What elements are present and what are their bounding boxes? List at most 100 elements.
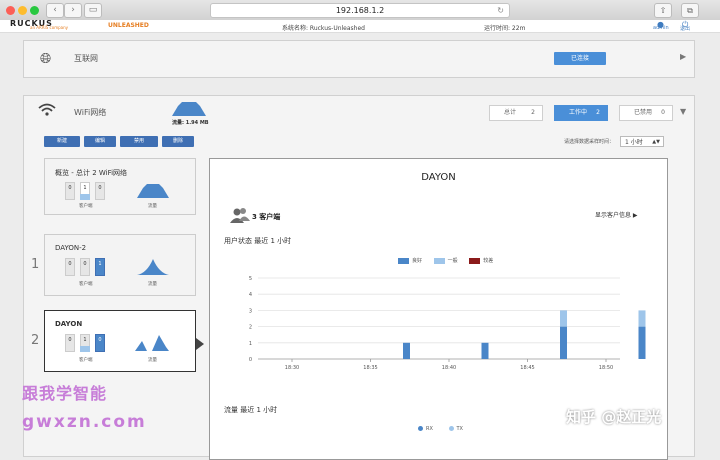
wifi-card-overview[interactable]: 概览 - 总计 2 WiFi网络 0 1 0 客户端 流量 xyxy=(44,158,196,215)
wifi-label: WiFi网络 xyxy=(74,108,107,117)
reload-icon[interactable]: ↻ xyxy=(497,4,504,17)
url-text: 192.168.1.2 xyxy=(335,6,385,15)
x-tick-label: 18:40 xyxy=(442,365,456,371)
legend-swatch xyxy=(418,426,423,431)
legend-swatch xyxy=(433,257,445,264)
legend-label: 良好 xyxy=(412,258,423,264)
back-button[interactable]: ‹ xyxy=(46,3,64,18)
selected-pointer xyxy=(196,338,204,350)
client-count-box: 0 xyxy=(65,258,75,276)
client-count-box: 0 xyxy=(95,334,105,352)
bar-segment xyxy=(481,342,489,359)
zoom-window-button[interactable] xyxy=(30,6,39,15)
bar-segment xyxy=(560,326,567,359)
y-tick-label: 0 xyxy=(249,357,252,363)
address-bar[interactable]: 192.168.1.2 ↻ xyxy=(210,3,510,18)
clients-label: 客户端 xyxy=(79,282,93,287)
system-name: 系统名称: Ruckus-Unleashed xyxy=(282,25,365,32)
logout-label[interactable]: 退出 xyxy=(680,25,690,32)
range-value: 1 小时 xyxy=(625,139,643,146)
tab-disabled-count: 0 xyxy=(661,109,665,116)
legend-item: 一般 xyxy=(433,257,458,264)
logo-subtitle: an ARRIS company xyxy=(30,25,68,30)
client-count-box: 0 xyxy=(80,258,90,276)
user-label[interactable]: admin xyxy=(653,25,669,31)
user-state-chart: 0 1 2 3 4 5 18:30 18:35 18:40 18:45 18:50 xyxy=(249,276,646,371)
x-tick-label: 18:50 xyxy=(599,365,613,371)
user-state-title: 用户状态 最近 1 小时 xyxy=(224,236,291,246)
watermark-brand: 跟我学智能 xyxy=(22,384,108,403)
legend-label: 一般 xyxy=(447,258,458,264)
y-tick-label: 5 xyxy=(249,276,252,282)
card-title: 概览 - 总计 2 WiFi网络 xyxy=(55,169,128,177)
range-label: 请选择数据采样时间： xyxy=(564,139,615,145)
client-count-box: 0 xyxy=(65,334,75,352)
legend-swatch xyxy=(448,426,454,431)
traffic-title: 流量 最近 1 小时 xyxy=(224,405,277,415)
tab-total-label: 总计 xyxy=(504,109,517,116)
traffic-label: 流量 xyxy=(148,204,157,209)
card-title: DAYON-2 xyxy=(55,244,87,252)
bar-segment xyxy=(560,310,567,327)
delete-button[interactable]: 删除 xyxy=(162,136,194,147)
show-client-info-label: 显示客户信息 xyxy=(595,212,632,219)
collapse-arrow-icon[interactable]: ▼ xyxy=(680,107,686,116)
tab-active[interactable]: 工作中 2 xyxy=(554,105,608,121)
tab-active-label: 工作中 xyxy=(569,109,588,116)
watermark-author: 知乎 @赵正光 xyxy=(566,408,662,426)
app-header: RUCKUS an ARRIS company UNLEASHED 系统名称: … xyxy=(0,19,720,33)
legend-item: 较差 xyxy=(469,257,494,264)
connection-status-button[interactable]: 已连接 xyxy=(554,52,606,65)
traffic-total: 流量: 1.94 MB xyxy=(172,120,209,126)
bar-segment xyxy=(403,342,410,359)
client-count: 3 客户端 xyxy=(252,213,281,221)
range-select[interactable]: 1 小时 ▲▼ xyxy=(620,136,664,147)
legend-label: RX xyxy=(426,426,433,432)
y-tick-label: 2 xyxy=(249,325,252,331)
expand-arrow-icon[interactable]: ▶ xyxy=(680,52,686,61)
traffic-sparkline xyxy=(137,184,169,198)
sidebar-icon[interactable]: ▭ xyxy=(84,3,102,18)
browser-toolbar: ‹ › ▭ 192.168.1.2 ↻ ⇧ ⧉ xyxy=(0,0,720,21)
share-icon[interactable]: ⇧ xyxy=(654,3,672,18)
tabs-icon[interactable]: ⧉ xyxy=(681,3,699,18)
y-tick-label: 3 xyxy=(249,308,252,314)
traffic-chart-period: 最近 1 小时 xyxy=(240,406,278,414)
chart-legend: 良好 一般 较差 xyxy=(398,257,493,264)
client-count-box: 1 xyxy=(95,258,105,276)
globe-icon: 🌐︎ xyxy=(40,51,52,67)
close-window-button[interactable] xyxy=(6,6,15,15)
traffic-sparkline xyxy=(135,335,169,351)
legend-item: RX xyxy=(418,426,433,432)
edit-button[interactable]: 编辑 xyxy=(84,136,116,147)
disable-button[interactable]: 禁用 xyxy=(120,136,158,147)
traffic-chart-label: 流量 xyxy=(224,406,238,414)
legend-item: TX xyxy=(448,426,463,432)
clients-label: 客户端 xyxy=(79,204,93,209)
tab-total-count: 2 xyxy=(531,109,535,116)
row-number: 1 xyxy=(31,257,40,272)
minimize-window-button[interactable] xyxy=(18,6,27,15)
client-bar xyxy=(80,346,90,352)
wifi-card-dayon-2[interactable]: 1 DAYON-2 0 0 1 客户端 流量 xyxy=(31,234,196,296)
card-title: DAYON xyxy=(55,320,83,328)
tab-disabled[interactable]: 已禁用 0 xyxy=(619,105,673,121)
legend-swatch xyxy=(469,257,481,264)
internet-label: 互联网 xyxy=(74,54,98,63)
wifi-card-dayon[interactable]: 2 DAYON 0 1 0 客户端 流量 xyxy=(31,310,196,372)
forward-button[interactable]: › xyxy=(64,3,82,18)
bar-segment xyxy=(638,310,646,327)
client-bar xyxy=(80,194,90,200)
uptime: 运行时间: 22m xyxy=(484,25,526,32)
new-button[interactable]: 新建 xyxy=(44,136,80,147)
show-client-info-link[interactable]: 显示客户信息 ▶ xyxy=(595,210,638,219)
row-number: 2 xyxy=(31,333,40,348)
user-state-label: 用户状态 xyxy=(224,237,252,245)
traffic-sparkline xyxy=(137,259,169,275)
legend-label: 较差 xyxy=(483,258,494,264)
tab-disabled-label: 已禁用 xyxy=(634,109,653,116)
legend-item: 良好 xyxy=(398,257,423,264)
network-title: DAYON xyxy=(421,172,456,183)
traffic-sparkline xyxy=(172,102,206,116)
tab-total[interactable]: 总计 2 xyxy=(489,105,543,121)
